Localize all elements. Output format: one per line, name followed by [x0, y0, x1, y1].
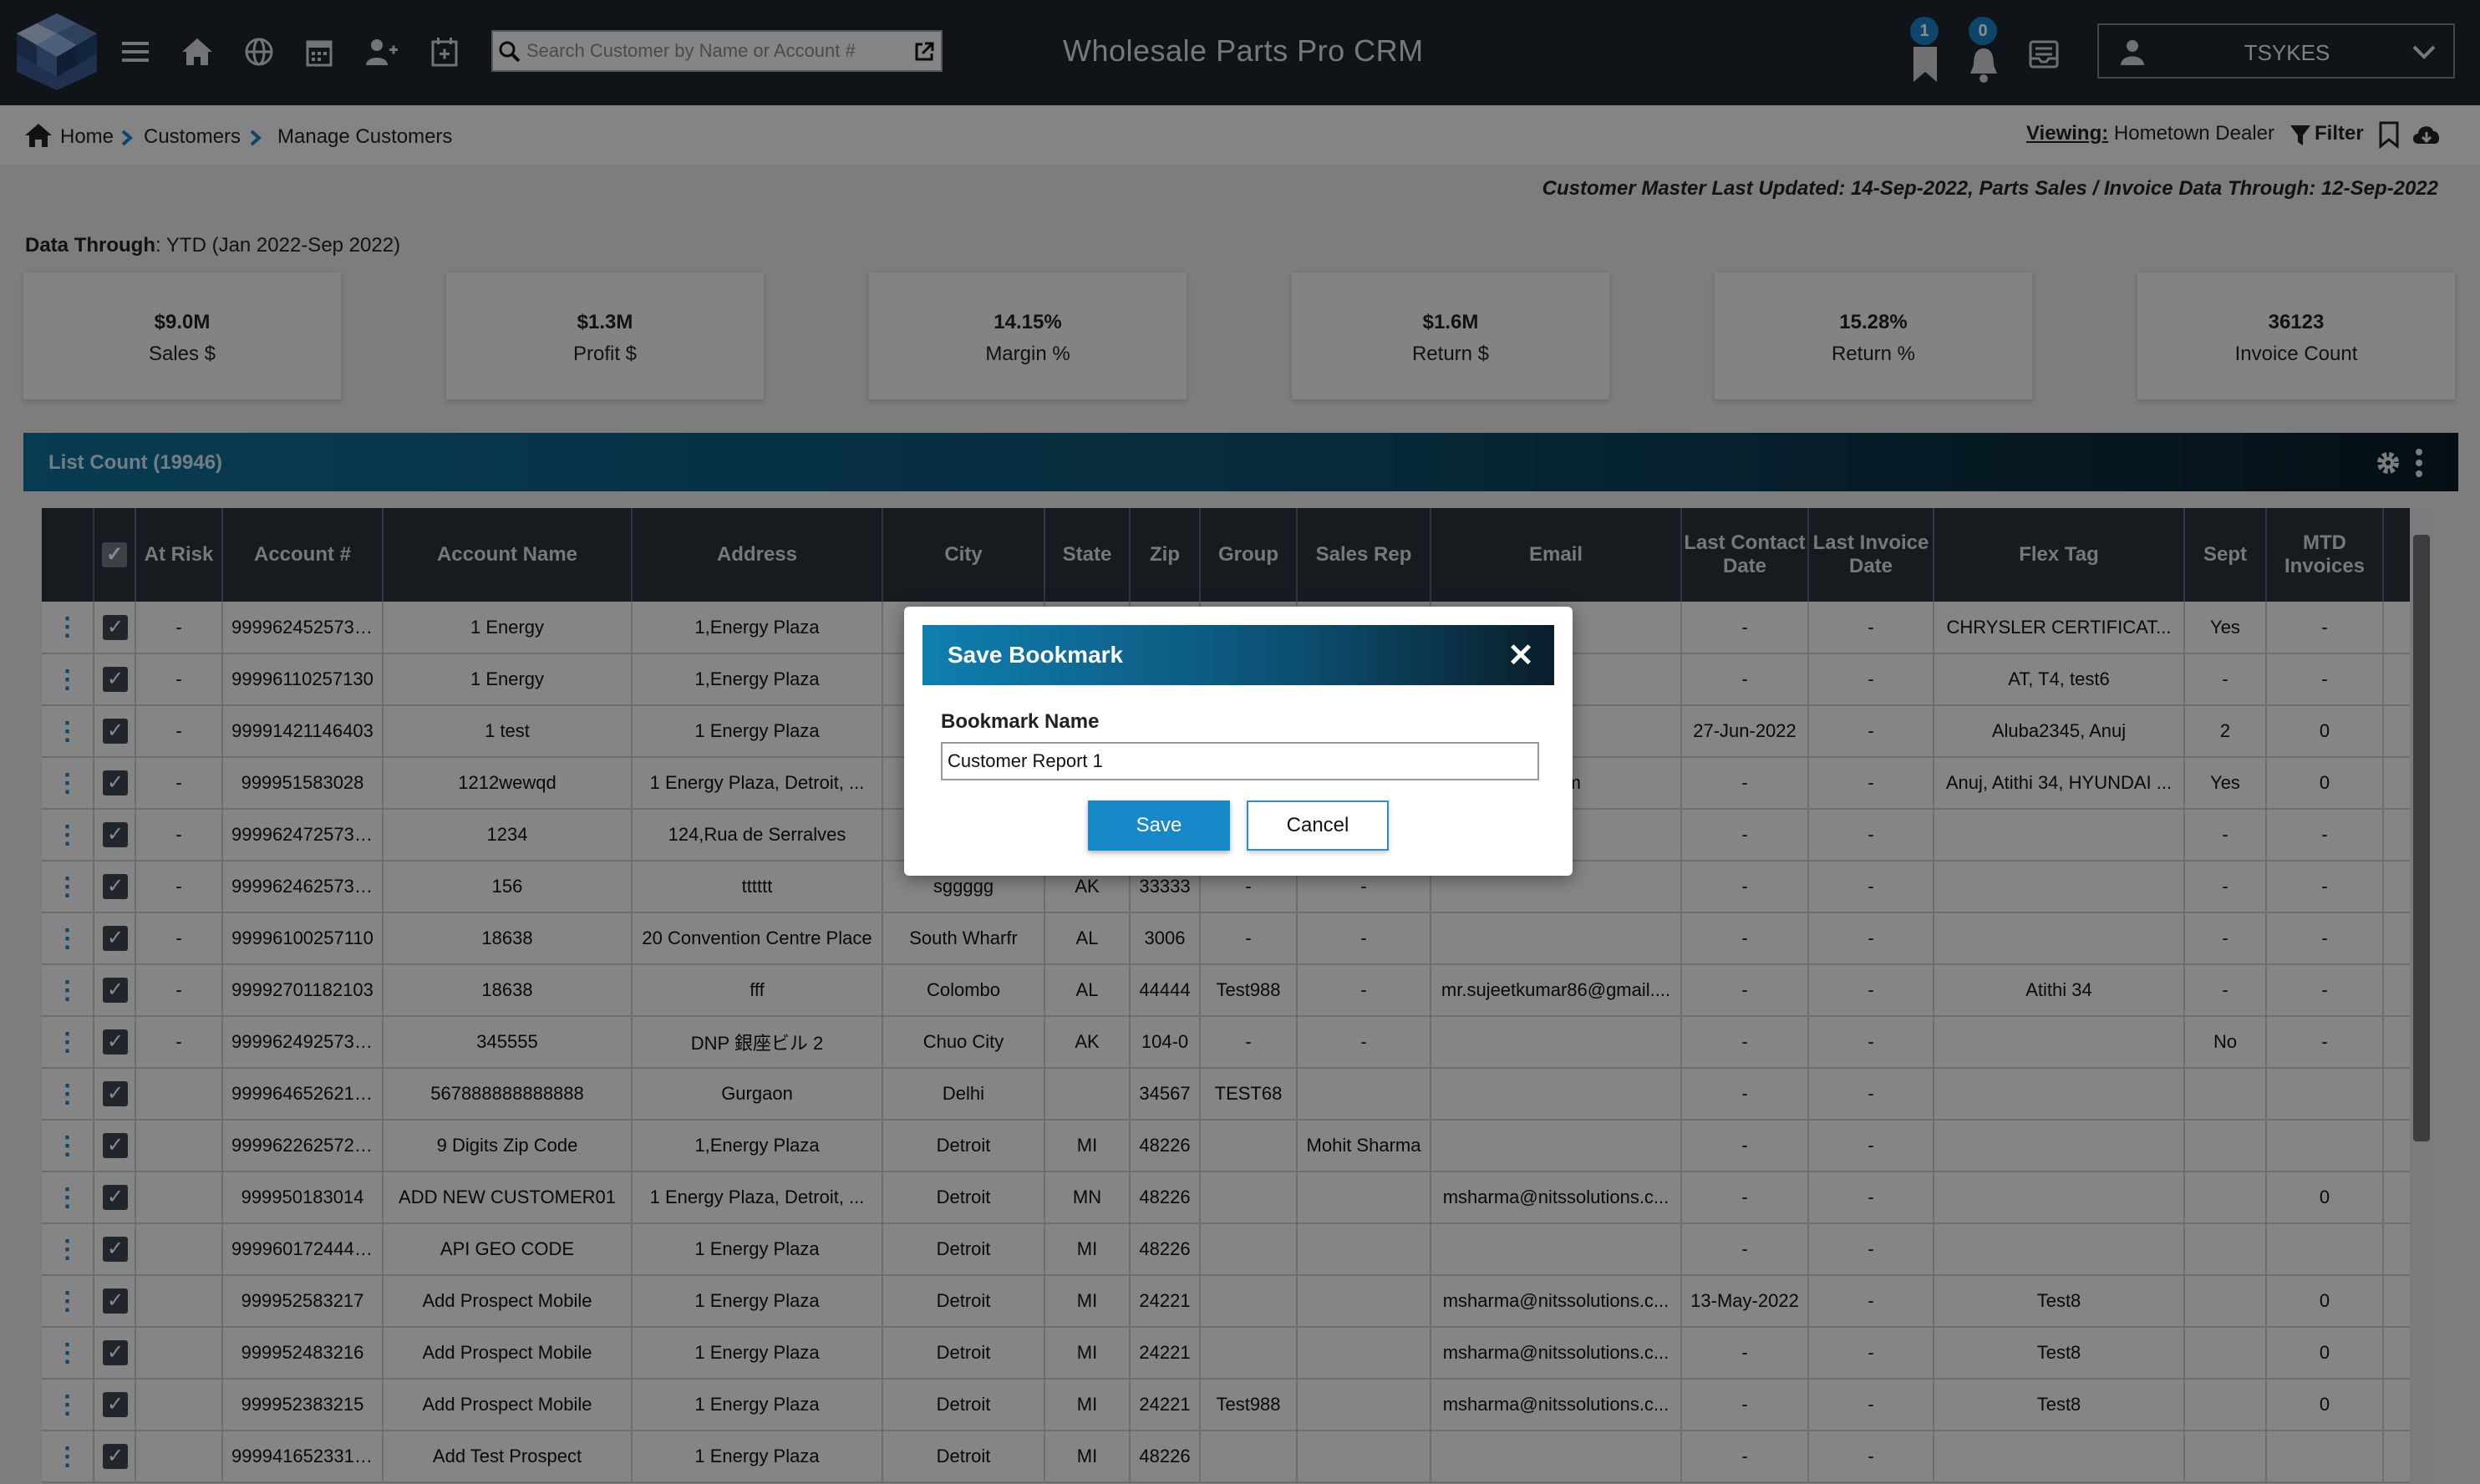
save-bookmark-dialog: Save Bookmark ✕ Bookmark Name Save Cance… — [904, 607, 1573, 876]
bookmark-name-label: Bookmark Name — [941, 710, 1100, 733]
cancel-button[interactable]: Cancel — [1247, 800, 1389, 851]
dialog-title: Save Bookmark — [948, 642, 1124, 668]
close-icon[interactable]: ✕ — [1507, 637, 1534, 674]
bookmark-name-input[interactable] — [941, 742, 1539, 780]
dialog-header: Save Bookmark ✕ — [922, 625, 1554, 685]
save-button[interactable]: Save — [1088, 800, 1230, 851]
